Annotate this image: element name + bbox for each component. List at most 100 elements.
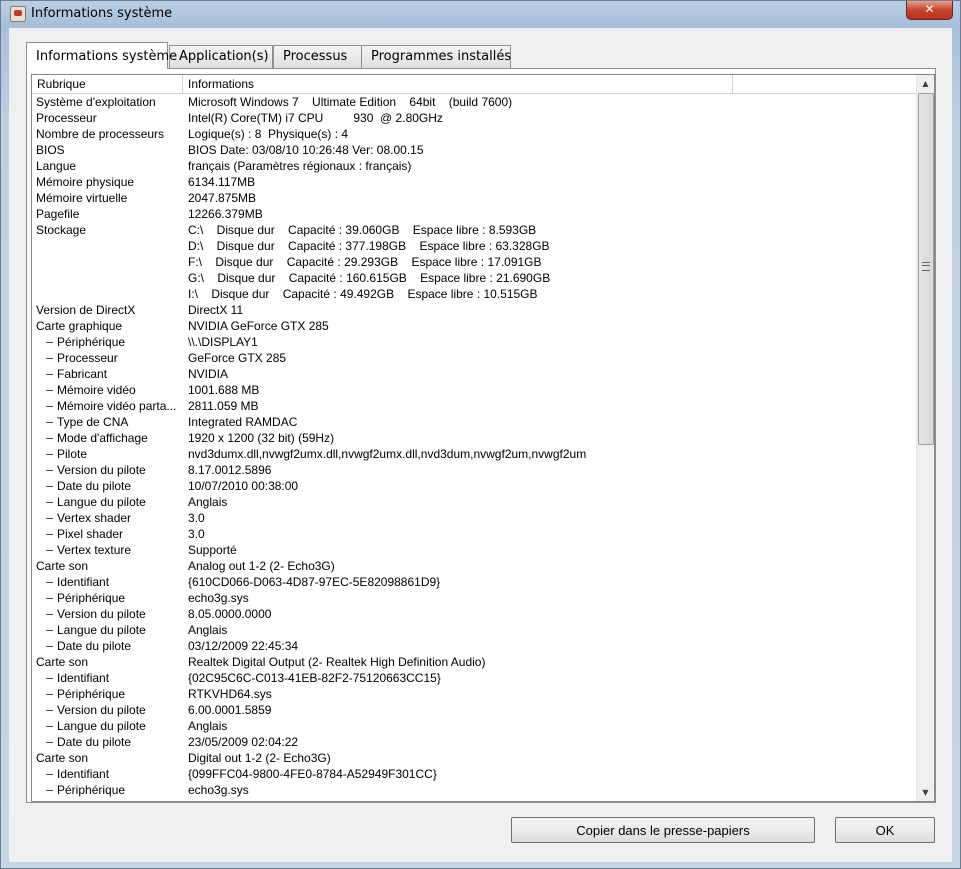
row-label: Nombre de processeurs xyxy=(36,127,165,141)
row-value: 3.0 xyxy=(188,527,205,541)
tab-informations-systeme[interactable]: Informations système xyxy=(26,42,177,69)
table-row[interactable]: Périphérique echo3g.sys xyxy=(32,782,916,798)
row-value: 03/12/2009 22:45:34 xyxy=(188,639,299,653)
table-row[interactable]: D:\ Disque dur Capacité : 377.198GB Espa… xyxy=(32,238,916,254)
table-row[interactable]: Version du pilote 8.05.0000.0000 xyxy=(32,606,916,622)
row-value: NVIDIA GeForce GTX 285 xyxy=(188,319,329,333)
row-label: Date du pilote xyxy=(46,478,182,494)
table-row[interactable]: Stockage C:\ Disque dur Capacité : 39.060… xyxy=(32,222,916,238)
table-row[interactable]: Version du pilote 8.17.0012.5896 xyxy=(32,462,916,478)
row-value: Realtek Digital Output (2- Realtek High … xyxy=(188,655,486,669)
row-label: Processeur xyxy=(46,350,182,366)
table-row[interactable]: F:\ Disque dur Capacité : 29.293GB Espac… xyxy=(32,254,916,270)
row-value: 8.05.0000.0000 xyxy=(188,607,272,621)
table-row[interactable]: Pagefile 12266.379MB xyxy=(32,206,916,222)
table-row[interactable]: Identifiant {099FFC04-9800-4FE0-8784-A529… xyxy=(32,766,916,782)
row-value: BIOS Date: 03/08/10 10:26:48 Ver: 08.00.… xyxy=(188,143,424,157)
table-row[interactable]: Carte graphique NVIDIA GeForce GTX 285 xyxy=(32,318,916,334)
row-label: Type de CNA xyxy=(46,414,182,430)
table-row[interactable]: Vertex shader 3.0 xyxy=(32,510,916,526)
row-label: Pixel shader xyxy=(46,526,182,542)
row-label: BIOS xyxy=(36,143,65,157)
table-row[interactable]: I:\ Disque dur Capacité : 49.492GB Espac… xyxy=(32,286,916,302)
table-row[interactable]: Mémoire vidéo 1001.688 MB xyxy=(32,382,916,398)
table-row[interactable]: Langue du pilote Anglais xyxy=(32,718,916,734)
table-row[interactable]: Processeur Intel(R) Core(TM) i7 CPU 930 @… xyxy=(32,110,916,126)
list-header: Rubrique Informations xyxy=(32,75,916,94)
ok-button[interactable]: OK xyxy=(835,817,935,843)
table-row[interactable]: Pixel shader 3.0 xyxy=(32,526,916,542)
table-row[interactable]: Vertex texture Supporté xyxy=(32,542,916,558)
table-row[interactable]: Version du pilote 6.00.0001.5859 xyxy=(32,702,916,718)
row-label: Pilote xyxy=(46,446,182,462)
table-row[interactable]: Carte son Realtek Digital Output (2- Real… xyxy=(32,654,916,670)
row-value: 1920 x 1200 (32 bit) (59Hz) xyxy=(188,431,335,445)
row-label: Version de DirectX xyxy=(36,303,136,317)
table-row[interactable]: Carte son Digital out 1-2 (2- Echo3G) xyxy=(32,750,916,766)
table-row[interactable]: Langue du pilote Anglais xyxy=(32,494,916,510)
column-header-rubrique[interactable]: Rubrique xyxy=(32,75,183,93)
tab-programmes-installes[interactable]: Programmes installés xyxy=(361,45,511,68)
table-row[interactable]: Langue français (Paramètres régionaux : f… xyxy=(32,158,916,174)
table-row[interactable]: Date du pilote 23/05/2009 02:04:22 xyxy=(32,734,916,750)
row-label: Carte graphique xyxy=(36,319,123,333)
row-value: 2047.875MB xyxy=(188,191,257,205)
table-row[interactable]: G:\ Disque dur Capacité : 160.615GB Espa… xyxy=(32,270,916,286)
row-label: Fabricant xyxy=(46,366,182,382)
row-label: Langue xyxy=(36,159,77,173)
table-row[interactable]: Mémoire virtuelle 2047.875MB xyxy=(32,190,916,206)
table-row[interactable]: Pilote nvd3dumx.dll,nvwgf2umx.dll,nvwgf2u… xyxy=(32,446,916,462)
row-label: Identifiant xyxy=(46,670,182,686)
row-value: echo3g.sys xyxy=(188,783,249,797)
row-value: GeForce GTX 285 xyxy=(188,351,287,365)
table-row[interactable]: Mémoire vidéo parta... 2811.059 MB xyxy=(32,398,916,414)
info-list[interactable]: Rubrique Informations Système d'exploita… xyxy=(31,74,935,802)
row-value: F:\ Disque dur Capacité : 29.293GB Espac… xyxy=(188,255,542,269)
row-value: nvd3dumx.dll,nvwgf2umx.dll,nvwgf2umx.dll… xyxy=(188,447,587,461)
column-header-informations[interactable]: Informations xyxy=(183,75,733,93)
table-row[interactable]: Carte son Analog out 1-2 (2- Echo3G) xyxy=(32,558,916,574)
table-row[interactable]: Périphérique echo3g.sys xyxy=(32,590,916,606)
table-row[interactable]: Date du pilote 03/12/2009 22:45:34 xyxy=(32,638,916,654)
row-label: Vertex texture xyxy=(46,542,182,558)
row-label: Carte son xyxy=(36,751,89,765)
row-value: DirectX 11 xyxy=(188,303,244,317)
grip-icon xyxy=(922,262,930,271)
tab-processus[interactable]: Processus xyxy=(273,45,366,68)
table-row[interactable]: Mode d'affichage 1920 x 1200 (32 bit) (59… xyxy=(32,430,916,446)
table-row[interactable]: Type de CNA Integrated RAMDAC xyxy=(32,414,916,430)
row-label: Identifiant xyxy=(46,574,182,590)
table-row[interactable]: Mémoire physique 6134.117MB xyxy=(32,174,916,190)
table-row[interactable]: Version de DirectX DirectX 11 xyxy=(32,302,916,318)
row-value: Microsoft Windows 7 Ultimate Edition 64b… xyxy=(188,95,513,109)
row-value: Analog out 1-2 (2- Echo3G) xyxy=(188,559,335,573)
row-label: Version du pilote xyxy=(46,702,182,718)
row-value: {02C95C6C-C013-41EB-82F2-75120663CC15} xyxy=(188,671,441,685)
row-value: {610CD066-D063-4D87-97EC-5E82098861D9} xyxy=(188,575,441,589)
table-row[interactable]: Nombre de processeurs Logique(s) : 8 Phys… xyxy=(32,126,916,142)
table-row[interactable]: Identifiant {610CD066-D063-4D87-97EC-5E82… xyxy=(32,574,916,590)
table-row[interactable]: Périphérique \\.\DISPLAY1 xyxy=(32,334,916,350)
row-value: français (Paramètres régionaux : françai… xyxy=(188,159,412,173)
table-row[interactable]: Langue du pilote Anglais xyxy=(32,622,916,638)
title-bar[interactable]: Informations système ✕ xyxy=(1,1,960,27)
row-value: 2811.059 MB xyxy=(188,399,259,413)
copy-to-clipboard-button[interactable]: Copier dans le presse-papiers xyxy=(511,817,815,843)
table-row[interactable]: Date du pilote 10/07/2010 00:38:00 xyxy=(32,478,916,494)
row-value: Anglais xyxy=(188,719,228,733)
table-row[interactable]: BIOS BIOS Date: 03/08/10 10:26:48 Ver: 08… xyxy=(32,142,916,158)
scroll-thumb[interactable] xyxy=(918,93,934,445)
tab-applications[interactable]: Application(s) xyxy=(169,45,273,68)
scroll-down-arrow-icon[interactable]: ▼ xyxy=(917,784,934,801)
table-row[interactable]: Système d'exploitation Microsoft Windows … xyxy=(32,94,916,110)
table-row[interactable]: Processeur GeForce GTX 285 xyxy=(32,350,916,366)
row-value: 12266.379MB xyxy=(188,207,263,221)
vertical-scrollbar[interactable]: ▲ ▼ xyxy=(916,75,934,801)
scroll-up-arrow-icon[interactable]: ▲ xyxy=(917,75,934,92)
row-label: Mémoire vidéo parta... xyxy=(46,398,182,414)
table-row[interactable]: Périphérique RTKVHD64.sys xyxy=(32,686,916,702)
row-label: Système d'exploitation xyxy=(36,95,156,109)
table-row[interactable]: Fabricant NVIDIA xyxy=(32,366,916,382)
close-button[interactable]: ✕ xyxy=(906,1,953,20)
table-row[interactable]: Identifiant {02C95C6C-C013-41EB-82F2-7512… xyxy=(32,670,916,686)
